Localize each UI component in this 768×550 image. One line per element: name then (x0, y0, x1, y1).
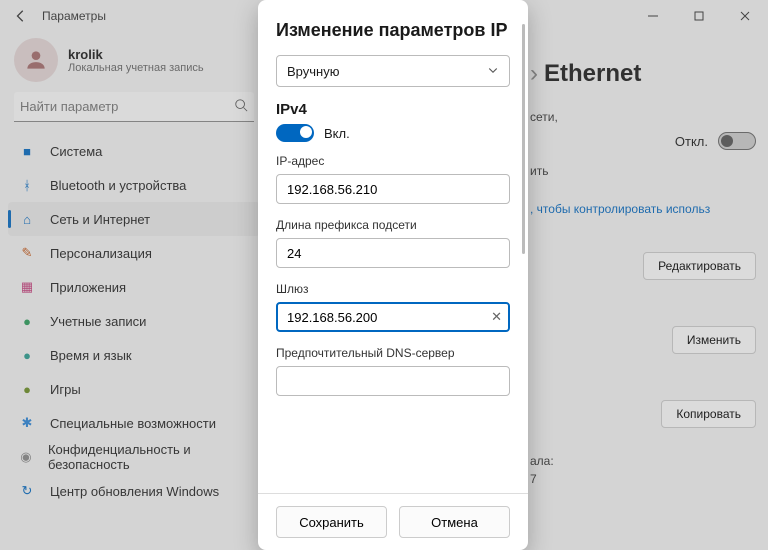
prefix-length-input[interactable] (276, 238, 510, 268)
ipv4-toggle-label: Вкл. (324, 126, 350, 141)
mode-select[interactable]: Вручную (276, 55, 510, 87)
prefix-length-label: Длина префикса подсети (276, 218, 510, 232)
save-button[interactable]: Сохранить (276, 506, 387, 538)
dialog-title: Изменение параметров IP (276, 20, 510, 41)
ip-address-label: IP-адрес (276, 154, 510, 168)
cancel-button[interactable]: Отмена (399, 506, 510, 538)
dialog-footer: Сохранить Отмена (258, 493, 528, 550)
chevron-down-icon (487, 64, 499, 79)
mode-select-value: Вручную (287, 64, 339, 79)
ip-address-input[interactable] (276, 174, 510, 204)
gateway-input[interactable] (276, 302, 510, 332)
gateway-label: Шлюз (276, 282, 510, 296)
clear-icon[interactable]: ✕ (491, 309, 502, 325)
ipv4-toggle[interactable] (276, 124, 314, 142)
dns-label: Предпочтительный DNS-сервер (276, 346, 510, 360)
scrollbar[interactable] (522, 24, 525, 254)
ip-settings-dialog: Изменение параметров IP Вручную IPv4 Вкл… (258, 0, 528, 550)
ipv4-heading: IPv4 (276, 101, 510, 118)
dns-input[interactable] (276, 366, 510, 396)
